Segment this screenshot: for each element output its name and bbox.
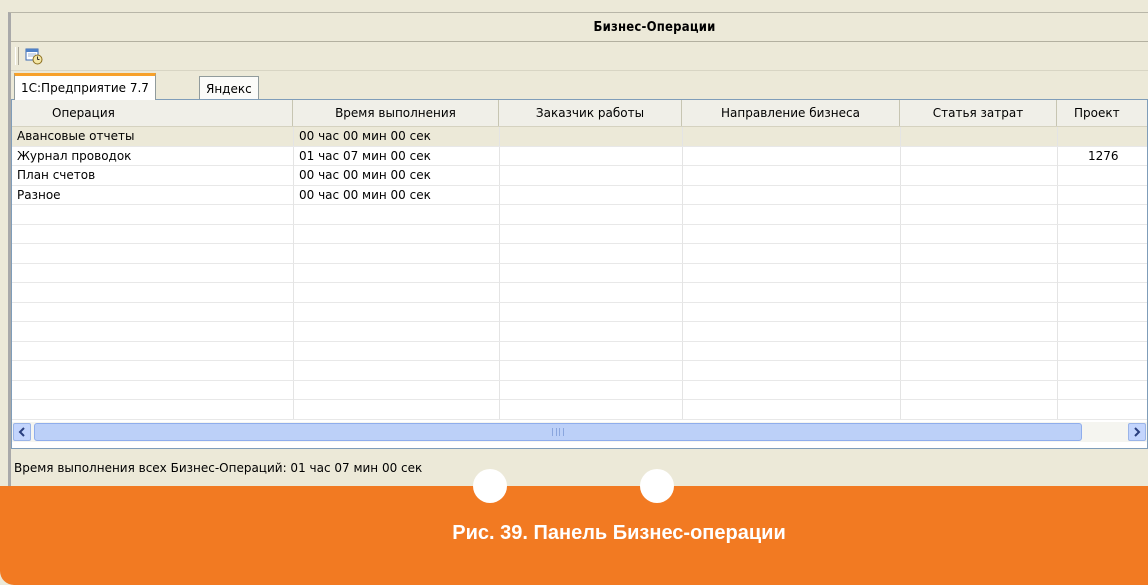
window-titlebar: Бизнес-Операции: [11, 13, 1148, 42]
tab-yandex[interactable]: Яндекс: [199, 76, 259, 100]
cell-customer: [500, 166, 683, 185]
cell-customer: [500, 127, 683, 146]
business-operations-window: Бизнес-Операции 1С:Предприятие 7.7 Яндек…: [8, 12, 1148, 486]
empty-row: [12, 263, 1147, 283]
status-bar: Время выполнения всех Бизнес-Операций: 0…: [11, 453, 1148, 483]
cell-project: [1058, 186, 1147, 205]
decorative-dot: [640, 469, 674, 503]
operations-grid[interactable]: Операция Время выполнения Заказчик работ…: [11, 99, 1148, 449]
tab-1c-enterprise[interactable]: 1С:Предприятие 7.7: [14, 73, 156, 100]
cell-duration: 00 час 00 мин 00 сек: [294, 127, 500, 146]
empty-row: [12, 322, 1147, 342]
scroll-thumb[interactable]: [34, 423, 1082, 441]
scroll-left-button[interactable]: [13, 423, 31, 441]
column-header-duration[interactable]: Время выполнения: [293, 100, 499, 126]
empty-row: [12, 283, 1147, 303]
column-header-cost-item[interactable]: Статья затрат: [900, 100, 1057, 126]
cell-business-direction: [683, 146, 901, 166]
column-header-operation[interactable]: Операция: [12, 100, 293, 126]
cell-project: [1058, 166, 1147, 185]
cell-cost-item: [901, 127, 1058, 146]
cell-duration: 01 час 07 мин 00 сек: [294, 146, 500, 166]
cell-cost-item: [901, 146, 1058, 166]
cell-operation: Авансовые отчеты: [12, 127, 294, 146]
tab-strip: 1С:Предприятие 7.7 Яндекс: [14, 72, 1148, 100]
empty-row: [12, 224, 1147, 244]
empty-row: [12, 361, 1147, 381]
cell-operation: Разное: [12, 185, 294, 205]
cell-project: 1276: [1058, 147, 1147, 166]
empty-row: [12, 302, 1147, 322]
cell-customer: [500, 146, 683, 166]
cell-duration: 00 час 00 мин 00 сек: [294, 166, 500, 185]
cell-duration: 00 час 00 мин 00 сек: [294, 185, 500, 205]
scroll-right-button[interactable]: [1128, 423, 1146, 441]
cell-cost-item: [901, 166, 1058, 185]
chevron-left-icon: [18, 427, 25, 437]
window-title: Бизнес-Операции: [593, 19, 716, 35]
empty-row: [12, 244, 1147, 264]
cell-operation: Журнал проводок: [12, 146, 294, 166]
grid-rows: Авансовые отчеты 00 час 00 мин 00 сек Жу…: [12, 127, 1147, 420]
cell-cost-item: [901, 185, 1058, 205]
figure-caption-band: Рис. 39. Панель Бизнес-операции: [0, 469, 1148, 585]
empty-row: [12, 205, 1147, 225]
toolbar-grip[interactable]: [15, 47, 19, 65]
cell-project: [1058, 127, 1147, 146]
empty-row: [12, 400, 1147, 420]
table-row[interactable]: Авансовые отчеты 00 час 00 мин 00 сек: [12, 127, 1147, 147]
tab-label: Яндекс: [206, 81, 252, 96]
table-row[interactable]: План счетов 00 час 00 мин 00 сек: [12, 166, 1147, 186]
grip-icon: [552, 428, 564, 436]
empty-row: [12, 341, 1147, 361]
grid-header: Операция Время выполнения Заказчик работ…: [12, 100, 1147, 127]
table-row[interactable]: Журнал проводок 01 час 07 мин 00 сек 127…: [12, 146, 1147, 166]
cell-business-direction: [683, 185, 901, 205]
calendar-clock-icon[interactable]: [23, 45, 45, 67]
cell-business-direction: [683, 166, 901, 185]
cell-customer: [500, 185, 683, 205]
column-header-customer[interactable]: Заказчик работы: [499, 100, 682, 126]
horizontal-scrollbar[interactable]: [12, 422, 1147, 442]
toolbar: [11, 42, 1148, 71]
chevron-right-icon: [1134, 427, 1141, 437]
cell-business-direction: [683, 127, 901, 146]
total-duration-text: Время выполнения всех Бизнес-Операций: 0…: [14, 461, 423, 475]
figure-caption: Рис. 39. Панель Бизнес-операции: [452, 522, 786, 544]
tab-label: 1С:Предприятие 7.7: [21, 81, 149, 95]
table-row[interactable]: Разное 00 час 00 мин 00 сек: [12, 185, 1147, 205]
decorative-dot: [473, 469, 507, 503]
empty-row: [12, 380, 1147, 400]
column-header-project[interactable]: Проект: [1057, 100, 1147, 126]
cell-operation: План счетов: [12, 166, 294, 185]
column-header-business-direction[interactable]: Направление бизнеса: [682, 100, 900, 126]
